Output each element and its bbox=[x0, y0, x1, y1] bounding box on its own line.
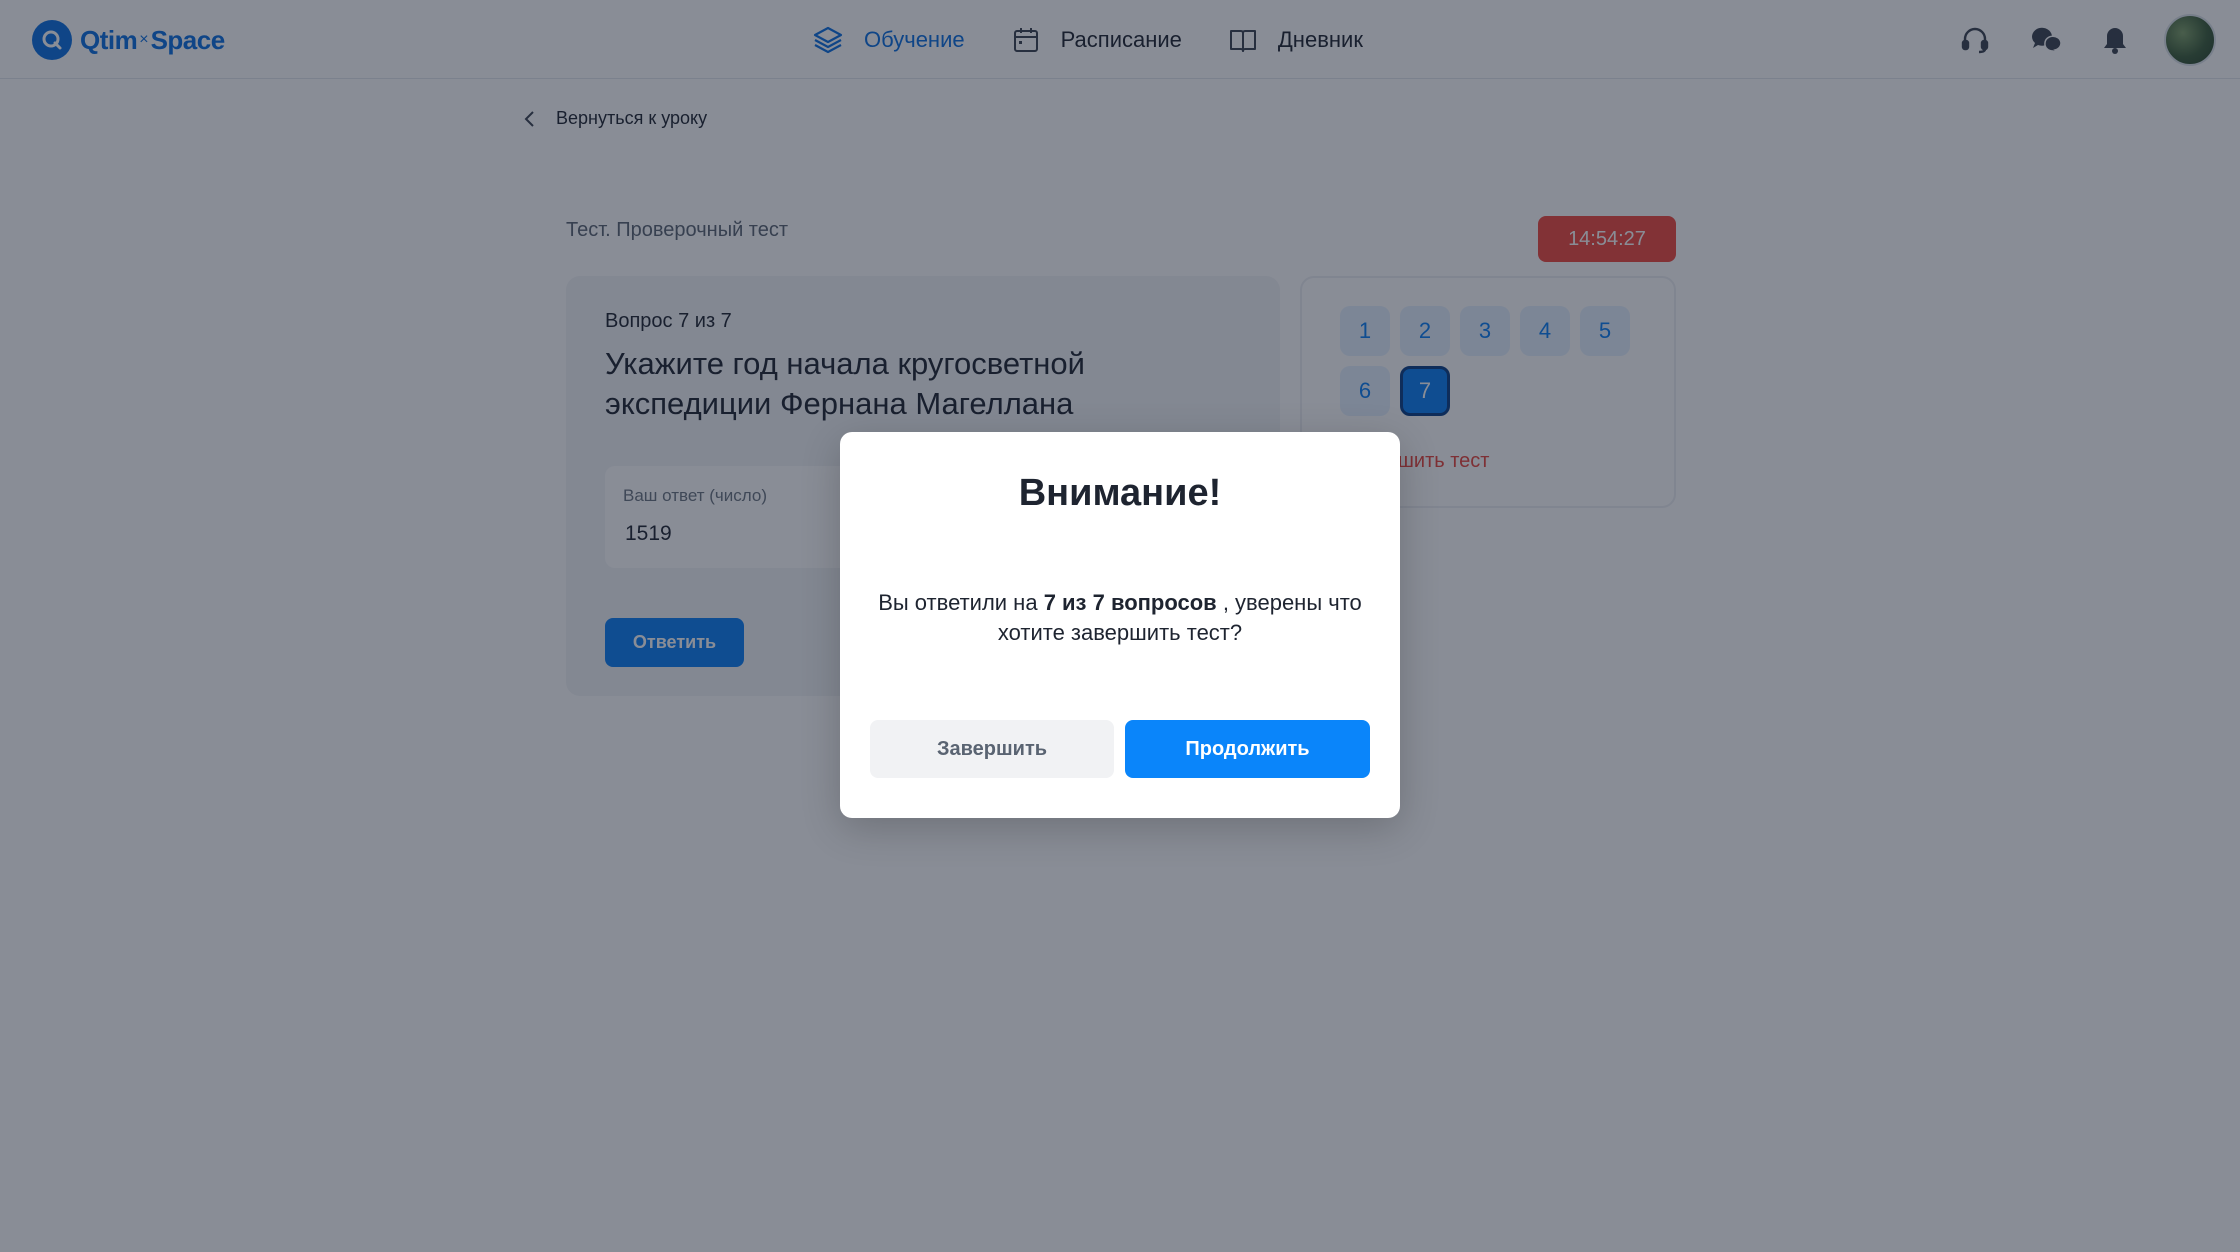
finish-button[interactable]: Завершить bbox=[870, 720, 1114, 778]
dialog-message-count: 7 из 7 вопросов bbox=[1043, 590, 1217, 615]
dialog-message: Вы ответили на 7 из 7 вопросов , уверены… bbox=[870, 588, 1370, 648]
dialog-message-prefix: Вы ответили на bbox=[878, 590, 1044, 615]
continue-button[interactable]: Продолжить bbox=[1125, 720, 1370, 778]
dialog-title: Внимание! bbox=[1018, 472, 1222, 514]
confirm-finish-dialog: Внимание! Вы ответили на 7 из 7 вопросов… bbox=[840, 432, 1400, 818]
